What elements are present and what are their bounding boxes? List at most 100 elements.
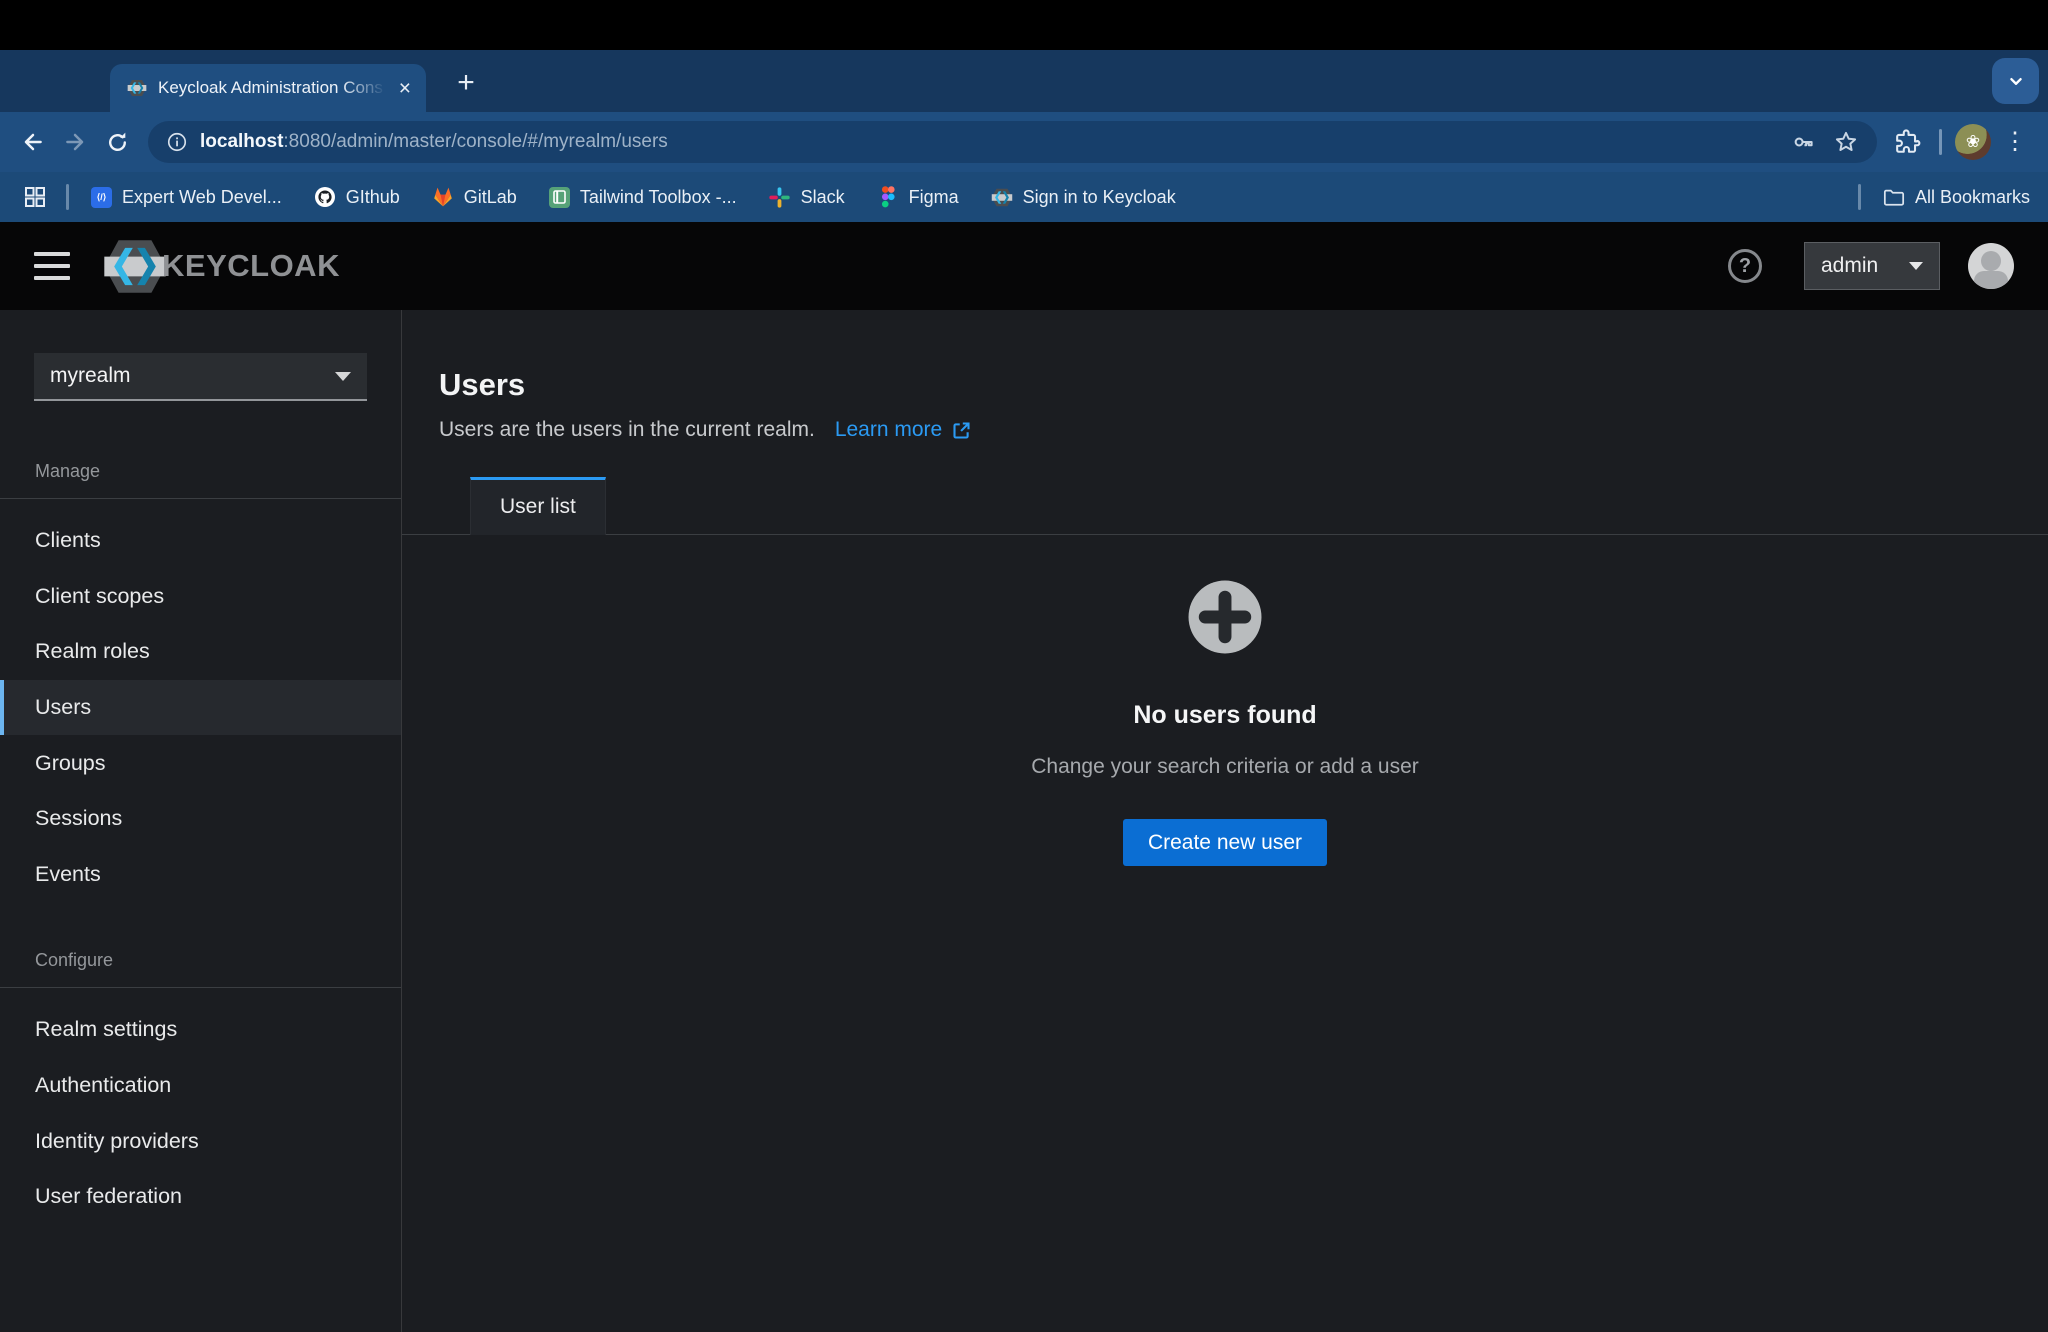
chevron-down-icon [2005, 70, 2027, 92]
bookmark-github[interactable]: GIthub [314, 186, 400, 208]
extensions-icon[interactable] [1887, 121, 1929, 163]
browser-tab[interactable]: Keycloak Administration Cons × [110, 64, 426, 112]
keycloak-favicon-icon [991, 186, 1013, 208]
page-header: Users Users are the users in the current… [402, 367, 2048, 442]
sidebar-item-label: Users [35, 695, 91, 720]
tab-user-list[interactable]: User list [470, 477, 606, 535]
url-text[interactable]: localhost:8080/admin/master/console/#/my… [200, 131, 1779, 153]
figma-icon [877, 186, 899, 208]
sidebar-item-groups[interactable]: Groups [0, 735, 401, 791]
forward-button[interactable] [54, 121, 96, 163]
sidebar-item-realm-roles[interactable]: Realm roles [0, 624, 401, 680]
tab-search-button[interactable] [1992, 58, 2039, 104]
help-icon[interactable]: ? [1728, 249, 1762, 283]
bookmark-label: Expert Web Devel... [122, 187, 282, 208]
browser-toolbar: localhost:8080/admin/master/console/#/my… [0, 112, 2048, 172]
bookmark-figma[interactable]: Figma [877, 186, 959, 208]
all-bookmarks[interactable]: All Bookmarks [1858, 184, 2030, 210]
passwords-key-icon[interactable] [1791, 129, 1817, 155]
tailwind-toolbox-icon [549, 187, 570, 208]
nav-toggle-hamburger-icon[interactable] [34, 252, 70, 280]
new-tab-button[interactable]: + [446, 63, 486, 103]
bookmark-gitlab[interactable]: GitLab [432, 186, 517, 208]
folder-icon [1883, 186, 1905, 208]
sidebar-item-client-scopes[interactable]: Client scopes [0, 569, 401, 625]
sidebar-item-label: Groups [35, 751, 106, 776]
page-subtitle: Users are the users in the current realm… [439, 418, 815, 442]
create-new-user-button[interactable]: Create new user [1123, 819, 1327, 866]
bookmark-slack[interactable]: Slack [769, 186, 845, 208]
bookmark-label: Slack [801, 187, 845, 208]
learn-more-link[interactable]: Learn more [835, 418, 972, 442]
bookmark-label: Tailwind Toolbox -... [580, 187, 737, 208]
sidebar-item-authentication[interactable]: Authentication [0, 1058, 401, 1114]
address-bar[interactable]: localhost:8080/admin/master/console/#/my… [148, 121, 1877, 163]
url-host: localhost [200, 131, 283, 152]
user-menu-label: admin [1821, 254, 1878, 278]
sidebar-item-identity-providers[interactable]: Identity providers [0, 1113, 401, 1169]
site-info-icon[interactable] [166, 131, 188, 153]
external-link-icon [951, 420, 972, 441]
github-icon [314, 186, 336, 208]
page-title: Users [439, 367, 2048, 403]
sidebar-item-label: Realm roles [35, 639, 150, 664]
nav-list-configure: Realm settings Authentication Identity p… [0, 1002, 401, 1224]
screen: Keycloak Administration Cons × + [0, 0, 2048, 1332]
sidebar-item-users[interactable]: Users [0, 680, 401, 736]
bookmark-label: GIthub [346, 187, 400, 208]
keycloak-masthead: KEYCLOAK ? admin [0, 222, 2048, 310]
empty-state-description: Change your search criteria or add a use… [1031, 755, 1419, 779]
sidebar-item-label: User federation [35, 1184, 182, 1209]
bookmark-star-icon[interactable] [1833, 129, 1859, 155]
reload-button[interactable] [96, 121, 138, 163]
sidebar-item-user-federation[interactable]: User federation [0, 1169, 401, 1225]
bookmark-expert-web-dev[interactable]: ⟨/⟩ Expert Web Devel... [91, 187, 282, 208]
code-brackets-icon: ⟨/⟩ [91, 187, 112, 208]
bookmark-sign-in-to-keycloak[interactable]: Sign in to Keycloak [991, 186, 1176, 208]
sidebar-item-label: Clients [35, 528, 101, 553]
keycloak-logo-mark-icon [102, 238, 168, 295]
tab-close-icon[interactable]: × [396, 78, 414, 99]
caret-down-icon [1909, 262, 1923, 270]
sidebar-item-label: Identity providers [35, 1129, 199, 1154]
main-content: Users Users are the users in the current… [402, 310, 2048, 1332]
sidebar: myrealm Manage Clients Client scopes Rea… [0, 310, 402, 1332]
browser-profile-avatar[interactable]: ❀ [1952, 121, 1994, 163]
nav-group-label-manage: Manage [0, 461, 401, 499]
browser-tab-bar: Keycloak Administration Cons × + [0, 50, 2048, 112]
flower-glyph: ❀ [1966, 132, 1980, 152]
user-avatar[interactable] [1968, 243, 2014, 289]
kebab-menu-icon: ⋮ [2003, 130, 2027, 154]
app-body: myrealm Manage Clients Client scopes Rea… [0, 310, 2048, 1332]
bookmarks-separator [1858, 184, 1861, 210]
empty-state-title: No users found [1133, 701, 1316, 730]
keycloak-brand-text: KEYCLOAK [162, 248, 340, 284]
add-circle-plus-icon [1187, 579, 1263, 655]
slack-icon [769, 186, 791, 208]
browser-menu-button[interactable]: ⋮ [1994, 121, 2036, 163]
back-button[interactable] [12, 121, 54, 163]
sidebar-item-clients[interactable]: Clients [0, 513, 401, 569]
keycloak-logo[interactable]: KEYCLOAK [102, 238, 340, 295]
sidebar-item-events[interactable]: Events [0, 847, 401, 903]
url-path: :8080/admin/master/console/#/myrealm/use… [283, 131, 667, 152]
all-bookmarks-label: All Bookmarks [1915, 187, 2030, 208]
bookmark-label: GitLab [464, 187, 517, 208]
tab-title: Keycloak Administration Cons [158, 78, 386, 98]
bookmark-tailwind-toolbox[interactable]: Tailwind Toolbox -... [549, 187, 737, 208]
tab-strip: User list [402, 477, 2048, 535]
bookmarks-separator [66, 184, 69, 210]
bookmarks-bar: ⟨/⟩ Expert Web Devel... GIthub [0, 172, 2048, 222]
keycloak-favicon-icon [126, 77, 148, 99]
realm-selector-dropdown[interactable]: myrealm [34, 353, 367, 401]
sidebar-item-label: Realm settings [35, 1017, 177, 1042]
bookmark-label: Sign in to Keycloak [1023, 187, 1176, 208]
nav-list-manage: Clients Client scopes Realm roles Users … [0, 513, 401, 902]
bookmark-label: Figma [909, 187, 959, 208]
user-menu-dropdown[interactable]: admin [1804, 242, 1940, 290]
sidebar-item-realm-settings[interactable]: Realm settings [0, 1002, 401, 1058]
sidebar-item-sessions[interactable]: Sessions [0, 791, 401, 847]
window-top-strip [0, 0, 2048, 50]
empty-state: No users found Change your search criter… [402, 535, 2048, 1332]
apps-grid-icon[interactable] [18, 176, 52, 218]
